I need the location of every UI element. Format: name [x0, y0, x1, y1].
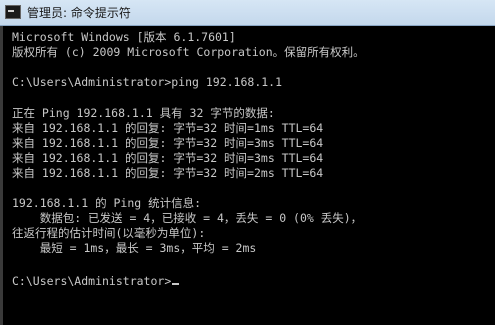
text-cursor — [172, 283, 180, 285]
console-line-stats-header: 192.168.1.1 的 Ping 统计信息: — [12, 196, 202, 210]
console-line-reply-4: 来自 192.168.1.1 的回复: 字节=32 时间=2ms TTL=64 — [12, 166, 324, 180]
console-line-reply-2: 来自 192.168.1.1 的回复: 字节=32 时间=3ms TTL=64 — [12, 136, 324, 150]
console-line-rtt-header: 往返行程的估计时间(以毫秒为单位): — [12, 226, 206, 240]
console-line-ping-command: C:\Users\Administrator>ping 192.168.1.1 — [12, 75, 283, 89]
prompt-text: C:\Users\Administrator> — [12, 274, 172, 288]
console-line-prompt[interactable]: C:\Users\Administrator> — [12, 274, 180, 289]
console-line-ping-header: 正在 Ping 192.168.1.1 具有 32 字节的数据: — [12, 106, 275, 120]
console-line-rtt-values: 最短 = 1ms，最长 = 3ms，平均 = 2ms — [12, 241, 257, 255]
window-title: 管理员: 命令提示符 — [27, 6, 131, 20]
console-line-reply-1: 来自 192.168.1.1 的回复: 字节=32 时间=1ms TTL=64 — [12, 121, 324, 135]
console-line-packets: 数据包: 已发送 = 4，已接收 = 4，丢失 = 0 (0% 丢失)， — [12, 211, 363, 225]
title-bar[interactable]: 管理员: 命令提示符 — [0, 0, 495, 26]
console-line-version: Microsoft Windows [版本 6.1.7601] — [12, 30, 236, 44]
console-line-reply-3: 来自 192.168.1.1 的回复: 字节=32 时间=3ms TTL=64 — [12, 151, 324, 165]
console-output[interactable]: Microsoft Windows [版本 6.1.7601] 版权所有 (c)… — [0, 26, 495, 325]
console-line-copyright: 版权所有 (c) 2009 Microsoft Corporation。保留所有… — [12, 45, 365, 59]
console-app-icon — [5, 5, 21, 19]
command-prompt-window: 管理员: 命令提示符 Microsoft Windows [版本 6.1.760… — [0, 0, 495, 325]
